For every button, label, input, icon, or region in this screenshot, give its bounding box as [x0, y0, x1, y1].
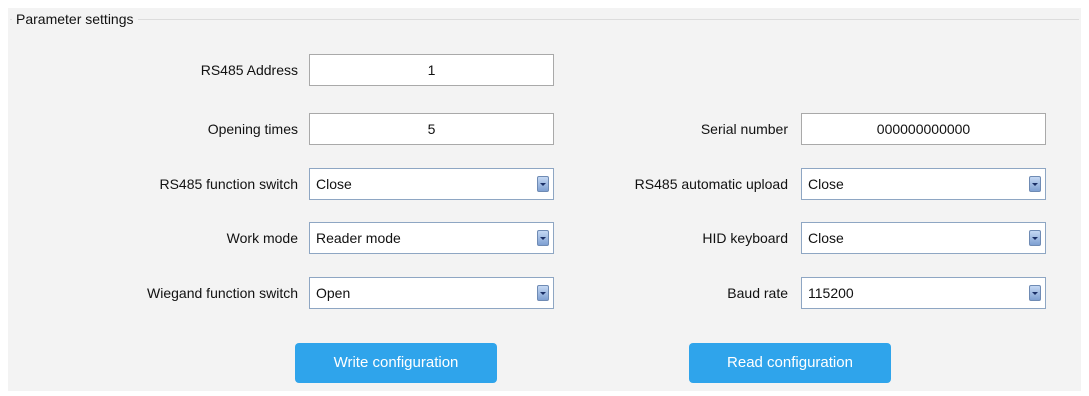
group-border — [10, 19, 1079, 20]
wiegand-function-switch-label: Wiegand function switch — [147, 285, 298, 301]
chevron-down-icon[interactable] — [537, 230, 549, 246]
serial-number-label: Serial number — [700, 121, 788, 137]
rs485-function-switch-value: Close — [316, 176, 352, 192]
opening-times-input[interactable]: 5 — [309, 113, 554, 145]
baud-rate-select[interactable]: 115200 — [801, 277, 1046, 309]
chevron-down-icon[interactable] — [537, 285, 549, 301]
rs485-automatic-upload-value: Close — [808, 176, 844, 192]
rs485-function-switch-select[interactable]: Close — [309, 168, 554, 200]
hid-keyboard-value: Close — [808, 230, 844, 246]
group-title: Parameter settings — [12, 11, 138, 27]
chevron-down-icon[interactable] — [1029, 176, 1041, 192]
serial-number-input[interactable]: 000000000000 — [801, 113, 1046, 145]
work-mode-value: Reader mode — [316, 230, 401, 246]
wiegand-function-switch-select[interactable]: Open — [309, 277, 554, 309]
rs485-automatic-upload-select[interactable]: Close — [801, 168, 1046, 200]
rs485-address-input[interactable]: 1 — [309, 54, 554, 86]
opening-times-label: Opening times — [207, 121, 298, 137]
chevron-down-icon[interactable] — [537, 176, 549, 192]
rs485-automatic-upload-label: RS485 automatic upload — [634, 176, 788, 192]
chevron-down-icon[interactable] — [1029, 285, 1041, 301]
hid-keyboard-select[interactable]: Close — [801, 222, 1046, 254]
baud-rate-label: Baud rate — [727, 285, 788, 301]
read-configuration-button[interactable]: Read configuration — [689, 343, 891, 383]
chevron-down-icon[interactable] — [1029, 230, 1041, 246]
baud-rate-value: 115200 — [808, 285, 854, 301]
write-configuration-button[interactable]: Write configuration — [295, 343, 497, 383]
work-mode-label: Work mode — [226, 230, 298, 246]
hid-keyboard-label: HID keyboard — [702, 230, 788, 246]
work-mode-select[interactable]: Reader mode — [309, 222, 554, 254]
rs485-function-switch-label: RS485 function switch — [159, 176, 298, 192]
rs485-address-label: RS485 Address — [200, 62, 298, 78]
wiegand-function-switch-value: Open — [316, 285, 351, 301]
